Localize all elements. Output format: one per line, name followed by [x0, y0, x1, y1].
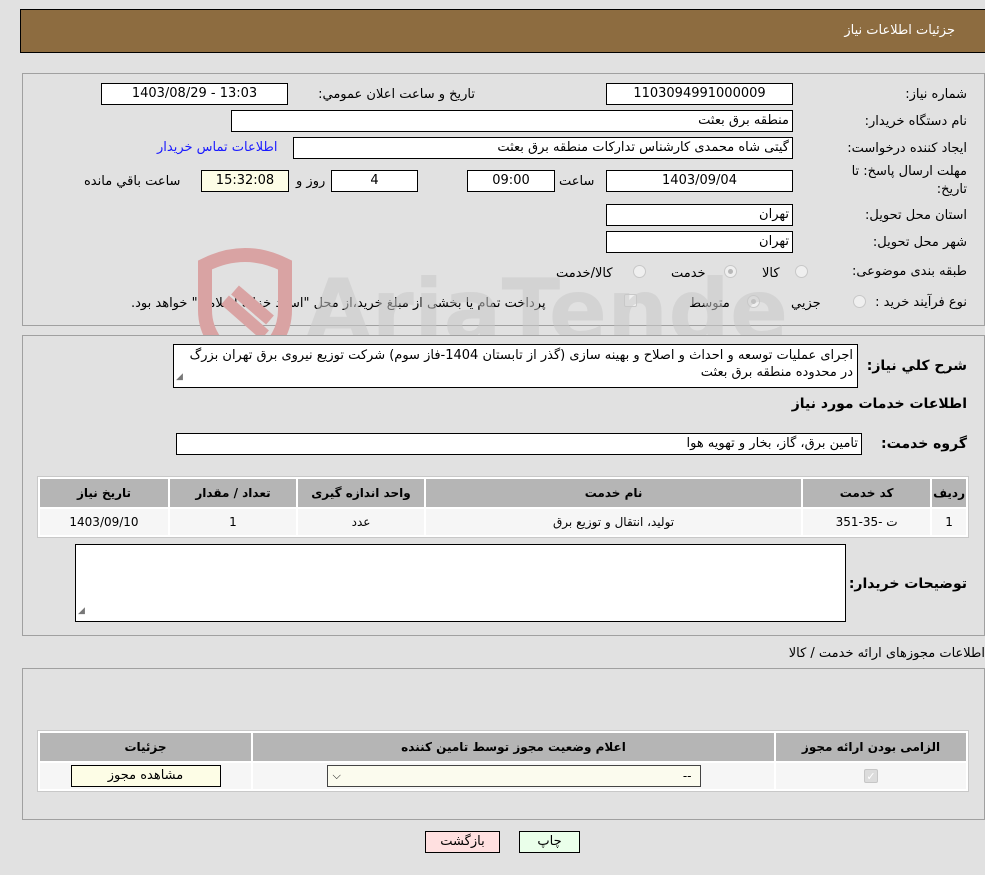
city-label: شهر محل تحویل: [872, 235, 967, 250]
purchase-type-radio-medium[interactable] [747, 295, 760, 308]
services-table-header: ردیف کد خدمت نام خدمت واحد اندازه گیری ت… [40, 479, 966, 507]
permits-table-wrap: الزامی بودن ارائه مجوز اعلام وضعیت مجوز … [37, 730, 969, 792]
city-field: تهران [606, 231, 793, 253]
col-permit-status: اعلام وضعیت مجوز توسط تامین کننده [253, 733, 774, 761]
col-service-code: کد خدمت [803, 479, 931, 507]
need-number-field: 1103094991000009 [606, 83, 793, 105]
col-service-name: نام خدمت [426, 479, 802, 507]
deadline-label-line1: مهلت ارسال پاسخ: تا [851, 164, 967, 179]
cell-service-name: تولید، انتقال و توزیع برق [426, 509, 802, 535]
cell-quantity: 1 [170, 509, 296, 535]
purchase-type-label: نوع فرآیند خرید : [875, 295, 967, 310]
category-option-service: خدمت [671, 266, 706, 281]
print-button[interactable]: چاپ [519, 831, 580, 853]
cell-permit-required: ✓ [776, 763, 966, 789]
permit-required-checkbox: ✓ [864, 769, 878, 783]
cell-need-date: 1403/09/10 [40, 509, 168, 535]
description-textarea[interactable]: اجرای عملیات توسعه و احداث و اصلاح و بهی… [173, 344, 858, 388]
category-option-goods: کالا [762, 266, 780, 281]
chevron-down-icon: ⌵ [332, 769, 341, 782]
resize-handle-icon[interactable]: ◢ [176, 369, 183, 386]
category-option-goods-service: کالا/خدمت [556, 266, 613, 281]
col-quantity: تعداد / مقدار [170, 479, 296, 507]
remaining-days-field: 4 [331, 170, 418, 192]
col-permit-details: جزئیات [40, 733, 251, 761]
category-label: طبقه بندی موضوعی: [851, 264, 967, 279]
back-button[interactable]: بازگشت [425, 831, 500, 853]
deadline-time-field: 09:00 [467, 170, 555, 192]
col-unit: واحد اندازه گیری [298, 479, 424, 507]
permits-table: الزامی بودن ارائه مجوز اعلام وضعیت مجوز … [37, 730, 969, 792]
need-number-label: شماره نیاز: [905, 87, 967, 102]
category-radio-service[interactable] [724, 265, 737, 278]
permits-section-title: اطلاعات مجوزهای ارائه خدمت / کالا [788, 646, 985, 661]
deadline-time-label: ساعت [559, 174, 595, 189]
province-label: استان محل تحویل: [865, 208, 967, 223]
buyer-org-field: منطقه برق بعثت [231, 110, 793, 132]
cell-permit-status: -- ⌵ [253, 763, 774, 789]
announce-datetime-label: تاریخ و ساعت اعلان عمومي: [318, 87, 475, 102]
buyer-contact-link[interactable]: اطلاعات تماس خریدار [157, 140, 277, 155]
page-header: جزئیات اطلاعات نیاز [20, 9, 985, 53]
treasury-checkbox-label: پرداخت تمام یا بخشی از مبلغ خرید،از محل … [131, 296, 546, 311]
deadline-label-line2: تاریخ: [936, 182, 967, 197]
service-group-field: تامین برق، گاز، بخار و تهویه هوا [176, 433, 862, 455]
buyer-notes-label: توضیحات خریدار: [848, 576, 967, 592]
table-row: 1 ت -35-351 تولید، انتقال و توزیع برق عد… [40, 509, 966, 535]
buyer-org-label: نام دستگاه خریدار: [864, 114, 967, 129]
deadline-date-field: 1403/09/04 [606, 170, 793, 192]
treasury-checkbox[interactable] [624, 294, 637, 307]
permits-table-header: الزامی بودن ارائه مجوز اعلام وضعیت مجوز … [40, 733, 966, 761]
description-label: شرح کلي نیاز: [866, 358, 967, 374]
table-row: ✓ -- ⌵ مشاهده مجوز [40, 763, 966, 789]
resize-handle-icon[interactable]: ◢ [78, 603, 85, 620]
purchase-type-option-medium: متوسط [689, 296, 730, 311]
service-group-label: گروه خدمت: [881, 436, 967, 452]
province-field: تهران [606, 204, 793, 226]
purchase-type-radio-minor[interactable] [853, 295, 866, 308]
page-title: جزئیات اطلاعات نیاز [844, 23, 955, 38]
col-permit-required: الزامی بودن ارائه مجوز [776, 733, 966, 761]
creator-label: ایجاد کننده درخواست: [847, 141, 967, 156]
category-radio-goods[interactable] [795, 265, 808, 278]
category-radio-goods-service[interactable] [633, 265, 646, 278]
remaining-time-field: 15:32:08 [201, 170, 289, 192]
col-need-date: تاریخ نیاز [40, 479, 168, 507]
announce-datetime-field: 1403/08/29 - 13:03 [101, 83, 288, 105]
remaining-time-label: ساعت باقي مانده [84, 174, 181, 189]
services-table: ردیف کد خدمت نام خدمت واحد اندازه گیری ت… [37, 476, 969, 538]
remaining-days-label: روز و [296, 174, 326, 189]
buyer-notes-textarea[interactable]: ◢ [75, 544, 846, 622]
view-permit-button[interactable]: مشاهده مجوز [70, 765, 221, 787]
cell-row: 1 [932, 509, 966, 535]
cell-unit: عدد [298, 509, 424, 535]
creator-field: گیتی شاه محمدی کارشناس تدارکات منطقه برق… [293, 137, 793, 159]
permit-status-select[interactable]: -- ⌵ [326, 765, 701, 787]
description-text: اجرای عملیات توسعه و احداث و اصلاح و بهی… [189, 348, 853, 380]
permit-status-value: -- [682, 769, 692, 783]
services-table-wrap: ردیف کد خدمت نام خدمت واحد اندازه گیری ت… [37, 476, 969, 538]
deadline-label: مهلت ارسال پاسخ: تا تاریخ: [852, 163, 967, 199]
services-section-title: اطلاعات خدمات مورد نیاز [791, 396, 967, 412]
col-row: ردیف [932, 479, 966, 507]
purchase-type-option-minor: جزيي [791, 296, 821, 311]
cell-service-code: ت -35-351 [803, 509, 931, 535]
cell-permit-details: مشاهده مجوز [40, 763, 251, 789]
